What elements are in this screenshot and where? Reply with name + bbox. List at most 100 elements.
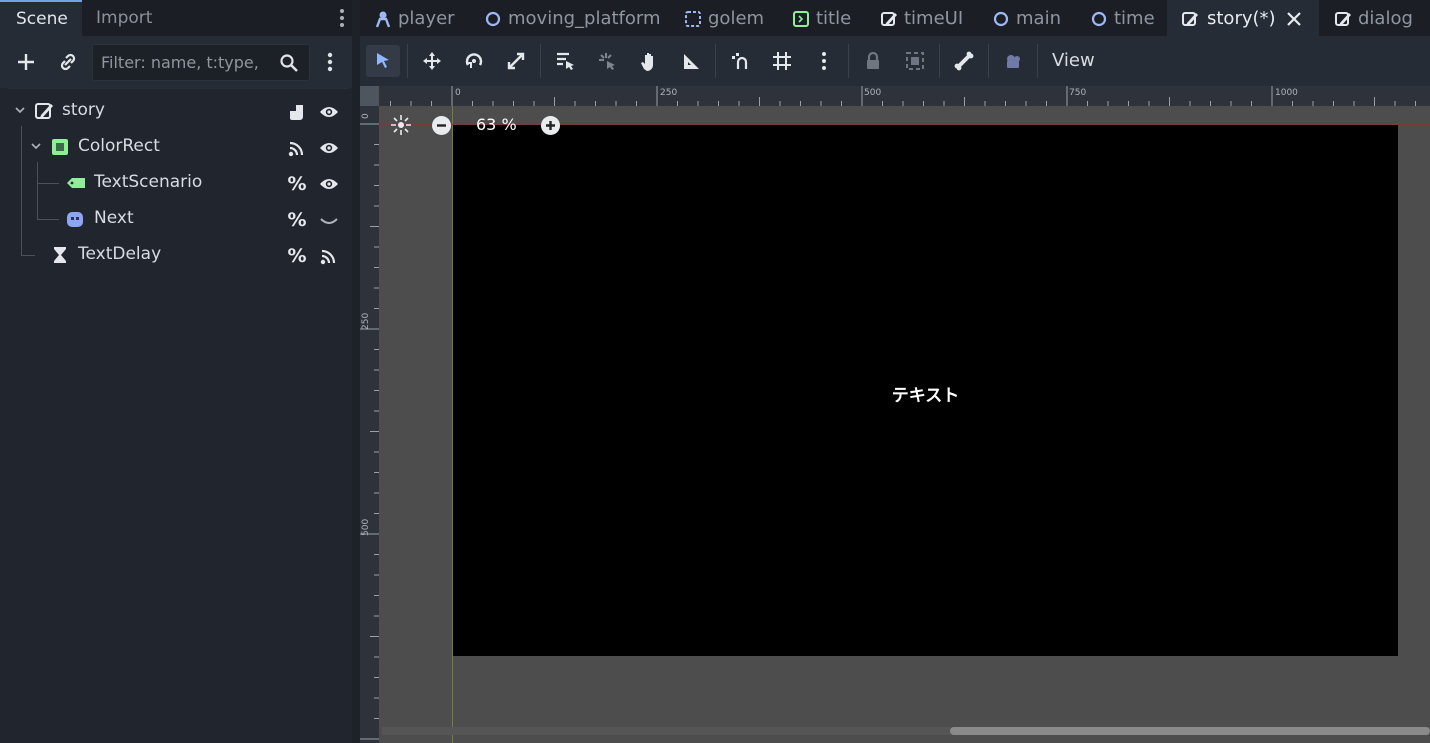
- dock-menu-icon[interactable]: [334, 0, 350, 36]
- scene-tab-moving-platform[interactable]: moving_platform: [484, 0, 674, 36]
- grid-snap-button[interactable]: [765, 45, 799, 77]
- signal-icon[interactable]: [286, 138, 308, 158]
- move-tool-button[interactable]: [415, 45, 449, 77]
- horizontal-ruler: 0 250 500 750 1000: [379, 86, 1430, 106]
- scene-tree: story ColorRect TextScenario % Next % Te…: [8, 88, 348, 740]
- move-tool-icon: [423, 52, 441, 70]
- script-icon[interactable]: [286, 102, 308, 122]
- skeleton-button[interactable]: [947, 45, 981, 77]
- rotate-tool-icon: [465, 53, 483, 68]
- visibility-icon[interactable]: [318, 102, 340, 122]
- unique-name-icon[interactable]: %: [286, 210, 308, 230]
- zoom-in-button[interactable]: [541, 116, 560, 135]
- tab-import[interactable]: Import: [80, 0, 168, 36]
- ruler-label: 750: [1069, 88, 1087, 98]
- group-button[interactable]: [898, 45, 932, 77]
- control-icon: [881, 12, 897, 26]
- node2d-icon: [485, 11, 501, 27]
- pan-tool-button[interactable]: [632, 45, 666, 77]
- scene-tab-main[interactable]: main: [992, 0, 1082, 36]
- pivot-icon: [599, 53, 615, 70]
- tree-node-story[interactable]: story: [8, 94, 348, 128]
- colorrect-icon: [52, 139, 68, 155]
- tab-scene[interactable]: Scene: [0, 0, 82, 36]
- canvas-toolbar: View: [360, 36, 1430, 86]
- camera-override-icon: [1007, 55, 1020, 68]
- scene-tree-menu-button[interactable]: [314, 46, 346, 78]
- node-label: ColorRect: [78, 136, 160, 156]
- node-label: story: [62, 100, 105, 120]
- node2d-icon: [1091, 11, 1107, 27]
- node-filter-field: [92, 44, 310, 81]
- texture-button-icon: [67, 212, 83, 227]
- tree-node-colorrect[interactable]: ColorRect: [8, 130, 348, 164]
- chevron-down-icon[interactable]: [12, 102, 28, 118]
- center-view-icon[interactable]: [390, 114, 412, 136]
- zoom-controls: 63 %: [390, 114, 570, 136]
- tree-node-textscenario[interactable]: TextScenario %: [8, 166, 348, 200]
- scene-tab-bar: player moving_platform golem title timeU…: [360, 0, 1430, 36]
- scale-tool-button[interactable]: [499, 45, 533, 77]
- filter-input[interactable]: [99, 48, 269, 76]
- camera-override-button[interactable]: [996, 45, 1030, 77]
- tree-node-textdelay[interactable]: TextDelay %: [8, 238, 348, 272]
- search-icon: [280, 54, 298, 72]
- hidden-icon[interactable]: [318, 210, 340, 230]
- visibility-icon[interactable]: [318, 138, 340, 158]
- lock-icon: [867, 51, 879, 69]
- node2d-icon: [993, 11, 1009, 27]
- ruler-tool-button[interactable]: [674, 45, 708, 77]
- pan-icon: [641, 53, 653, 71]
- scene-tab-story[interactable]: story(*): [1167, 0, 1319, 36]
- ruler-label: 0: [455, 88, 461, 98]
- scene-tab-title[interactable]: title: [792, 0, 872, 36]
- text-scenario-label[interactable]: テキスト: [453, 381, 1398, 406]
- more-icon: [822, 52, 826, 70]
- view-menu-button[interactable]: View: [1040, 45, 1107, 77]
- link-icon: [60, 53, 76, 71]
- zoom-level-label[interactable]: 63 %: [476, 115, 517, 134]
- list-select-button[interactable]: [548, 45, 582, 77]
- rotate-tool-button[interactable]: [457, 45, 491, 77]
- ruler-label: 250: [361, 312, 371, 330]
- unique-name-icon[interactable]: %: [286, 246, 308, 266]
- zoom-out-button[interactable]: [432, 116, 451, 135]
- timer-icon: [54, 247, 66, 263]
- node-label: TextScenario: [94, 172, 203, 192]
- node-label: Next: [94, 208, 134, 228]
- chevron-down-icon[interactable]: [28, 138, 44, 154]
- horizontal-scrollbar-thumb[interactable]: [950, 727, 1430, 735]
- scene-dock: Scene Import Filter: name, t:type, story…: [0, 0, 352, 743]
- ruler-ticks: [360, 123, 379, 740]
- canvas-viewport[interactable]: 0 250 500 750 1000 0 250 500 テキスト 63 %: [360, 86, 1430, 743]
- signal-icon[interactable]: [318, 246, 340, 266]
- ruler-label: 250: [660, 88, 678, 98]
- close-icon[interactable]: [1285, 10, 1303, 28]
- area-icon: [685, 11, 701, 27]
- ruler-label: 500: [864, 88, 882, 98]
- list-select-icon: [557, 52, 574, 70]
- unique-name-icon[interactable]: %: [286, 174, 308, 194]
- select-tool-button[interactable]: [366, 45, 400, 77]
- scene-tab-player[interactable]: player: [374, 0, 482, 36]
- scene-tab-dialog[interactable]: dialog: [1334, 0, 1430, 36]
- scene-tab-timeui[interactable]: timeUI: [880, 0, 984, 36]
- tree-node-next[interactable]: Next %: [8, 202, 348, 236]
- scene-tab-golem[interactable]: golem: [684, 0, 784, 36]
- lock-button[interactable]: [856, 45, 890, 77]
- snap-options-button[interactable]: [807, 45, 841, 77]
- visibility-icon[interactable]: [318, 174, 340, 194]
- scale-tool-icon: [507, 52, 525, 70]
- color-rect-canvas[interactable]: テキスト: [453, 125, 1398, 656]
- scene-tab-time[interactable]: time: [1090, 0, 1170, 36]
- add-node-button[interactable]: [10, 46, 42, 78]
- ruler-icon: [684, 54, 699, 69]
- smart-snap-button[interactable]: [723, 45, 757, 77]
- pivot-tool-button[interactable]: [590, 45, 624, 77]
- control-node-icon: [35, 103, 53, 119]
- bone-icon: [954, 51, 974, 71]
- ruler-label: 0: [361, 113, 371, 119]
- label-icon: [67, 178, 85, 188]
- instance-scene-button[interactable]: [52, 46, 84, 78]
- group-icon: [906, 52, 924, 70]
